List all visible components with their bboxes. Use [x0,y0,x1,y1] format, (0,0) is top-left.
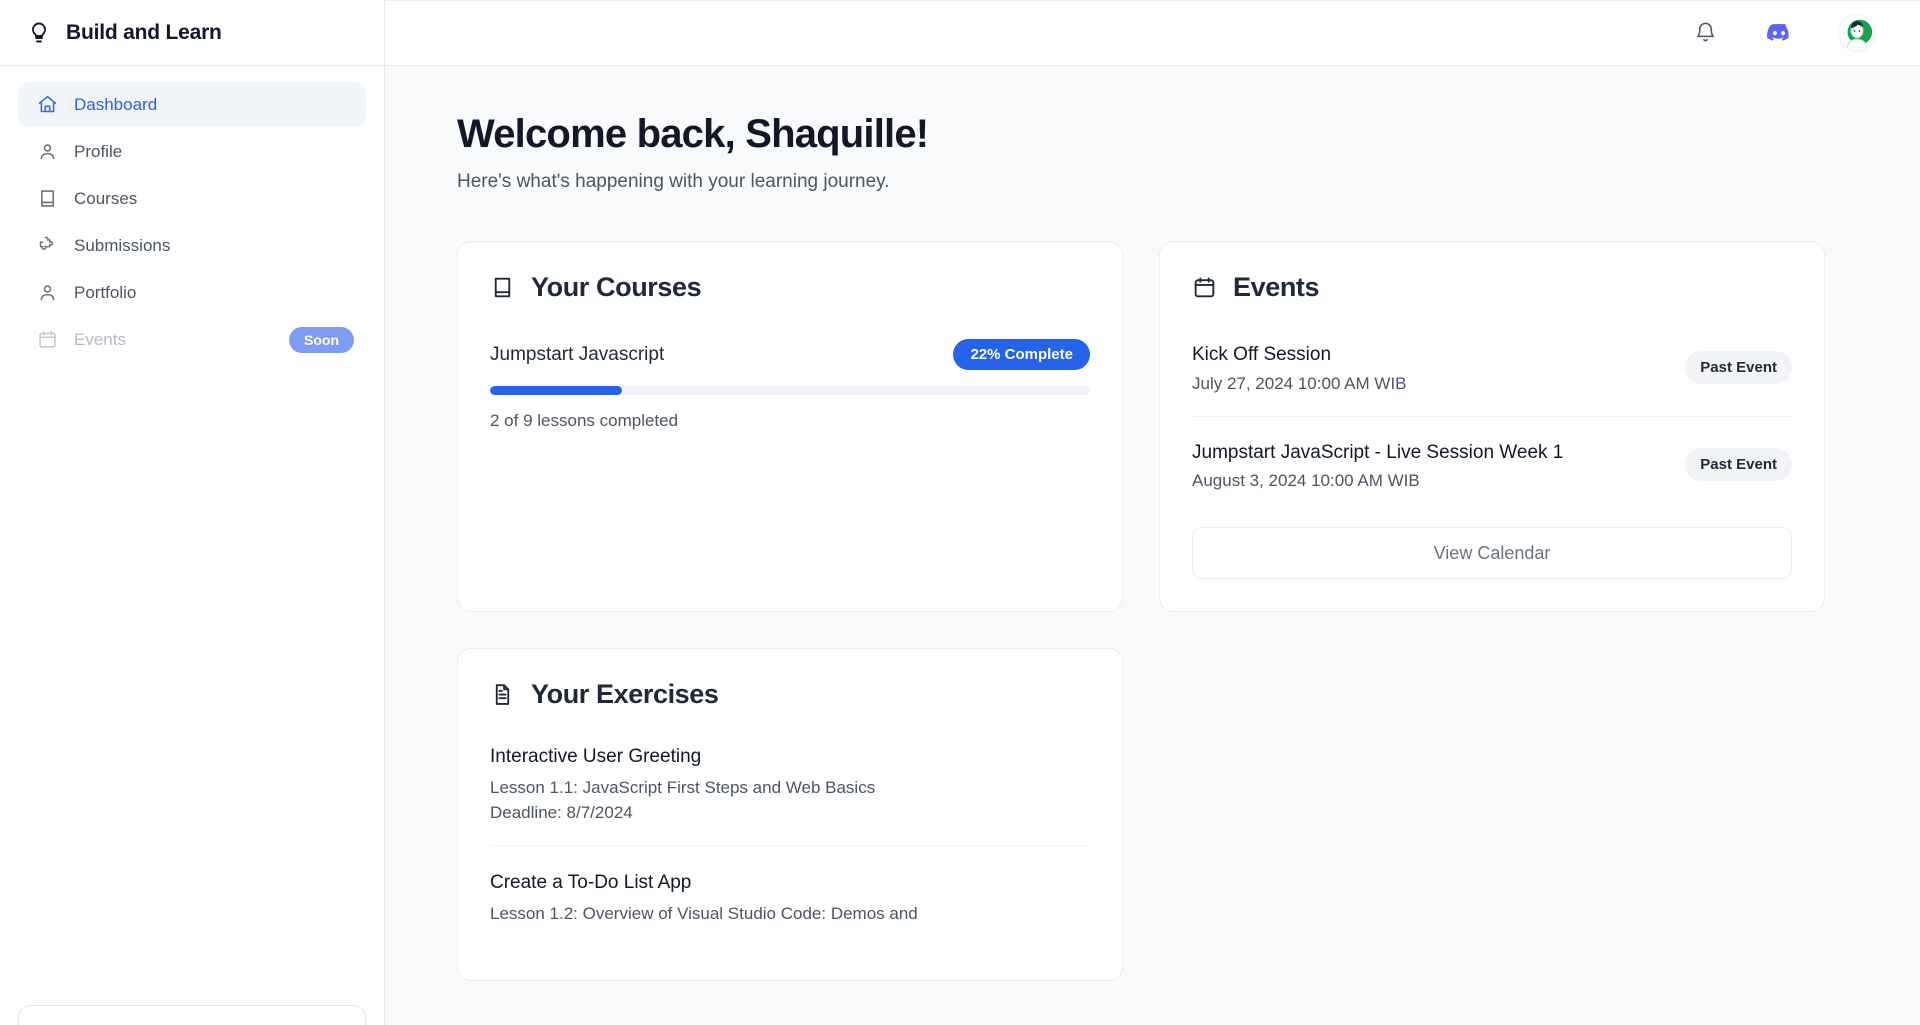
view-calendar-button[interactable]: View Calendar [1192,527,1792,580]
brand[interactable]: Build and Learn [0,0,384,66]
card-header: Events [1192,272,1792,303]
page-title: Welcome back, Shaquille! [457,112,929,156]
sidebar-item-courses[interactable]: Courses [18,176,366,221]
puzzle-icon [36,235,58,257]
course-progress-badge: 22% Complete [953,339,1090,370]
bell-icon[interactable] [1690,18,1720,48]
event-name: Jumpstart JavaScript - Live Session Week… [1192,441,1564,463]
sidebar-item-portfolio[interactable]: Portfolio [18,270,366,315]
sidebar-item-label: Dashboard [74,94,158,114]
your-courses-card: Your Courses Jumpstart Javascript 22% Co… [457,241,1123,613]
your-exercises-card: Your Exercises Interactive User Greeting… [457,648,1123,982]
exercise-title: Create a To-Do List App [490,871,692,893]
sidebar-item-label: Submissions [74,235,171,255]
user-icon [36,141,58,163]
dashboard-grid: Your Courses Jumpstart Javascript 22% Co… [457,241,1837,613]
course-name: Jumpstart Javascript [490,343,665,365]
sidebar-item-events[interactable]: Events Soon [18,317,366,362]
exercise-row[interactable]: Interactive User Greeting Lesson 1.1: Ja… [490,746,1090,845]
page-content: Welcome back, Shaquille! Here's what's h… [385,1,1920,1025]
card-title: Your Exercises [531,679,719,710]
status-badge: Past Event [1685,350,1792,384]
sidebar-item-label: Profile [74,141,123,161]
page-subtitle: Here's what's happening with your learni… [457,171,890,192]
exercise-deadline: Deadline: 8/7/2024 [490,802,633,822]
lightbulb-icon [26,20,52,46]
events-list: Kick Off Session July 27, 2024 10:00 AM … [1192,339,1792,513]
course-lessons-text: 2 of 9 lessons completed [490,411,679,430]
exercise-lesson: Lesson 1.1: JavaScript First Steps and W… [490,778,876,798]
avatar[interactable] [1838,13,1876,52]
book-icon [36,188,58,210]
course-item[interactable]: Jumpstart Javascript 22% Complete 2 of 9… [490,339,1090,431]
event-date: August 3, 2024 10:00 AM WIB [1192,471,1420,491]
sidebar-item-label: Courses [74,188,138,208]
main-area: Welcome back, Shaquille! Here's what's h… [385,0,1920,1025]
user-icon [36,282,58,304]
topbar [385,1,1920,66]
card-header: Your Courses [490,272,1090,303]
event-name: Kick Off Session [1192,344,1332,365]
calendar-icon [1192,275,1217,300]
card-header: Your Exercises [490,679,1090,710]
status-badge: Past Event [1685,448,1792,482]
status-badge-soon: Soon [289,326,354,353]
calendar-icon [36,329,58,351]
card-title: Your Courses [531,272,702,302]
exercise-title: Interactive User Greeting [490,746,702,768]
sidebar-item-submissions[interactable]: Submissions [18,223,366,268]
brand-title: Build and Learn [66,20,222,44]
sidebar-item-profile[interactable]: Profile [18,129,366,174]
sidebar-nav: Dashboard Profile Courses Submissions Po… [0,66,384,362]
sidebar-item-dashboard[interactable]: Dashboard [18,82,366,127]
sidebar-item-label: Events [74,329,126,349]
discord-icon[interactable] [1764,18,1794,48]
event-row[interactable]: Jumpstart JavaScript - Live Session Week… [1192,415,1792,514]
book-icon [490,275,515,300]
card-title: Events [1233,272,1320,302]
sidebar: Build and Learn Dashboard Profile Course… [0,0,385,1025]
home-icon [36,94,58,116]
course-progress-fill [490,386,622,395]
event-row[interactable]: Kick Off Session July 27, 2024 10:00 AM … [1192,339,1792,416]
document-icon [490,682,515,707]
sidebar-item-label: Portfolio [74,282,137,302]
app-root: Build and Learn Dashboard Profile Course… [0,0,1920,1025]
course-progress-bar [490,386,1090,395]
exercise-row[interactable]: Create a To-Do List App Lesson 1.2: Over… [490,844,1090,949]
sidebar-footer-card[interactable] [18,1005,366,1025]
events-card: Events Kick Off Session July 27, 2024 10… [1159,241,1825,613]
exercise-lesson: Lesson 1.2: Overview of Visual Studio Co… [490,903,918,923]
event-date: July 27, 2024 10:00 AM WIB [1192,373,1407,393]
